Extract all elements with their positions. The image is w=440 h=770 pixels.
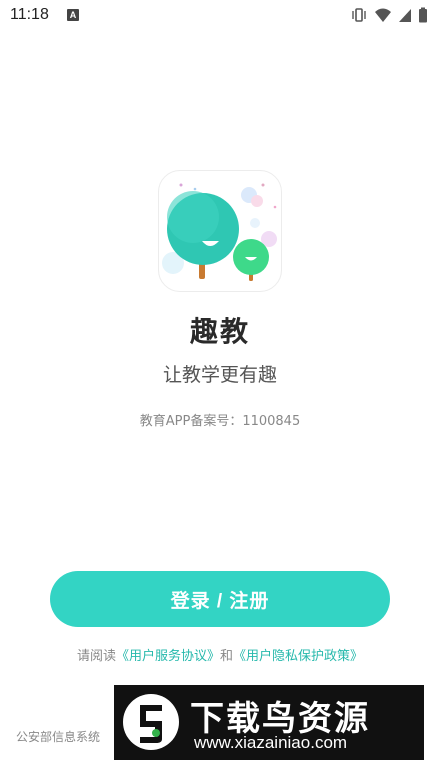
app-record-number: 教育APP备案号：1100845: [0, 410, 440, 429]
privacy-policy-link[interactable]: 《用户隐私保护政策》: [233, 649, 363, 664]
agreement-conjunction: 和: [220, 649, 234, 664]
agreement-notice: 请阅读《用户服务协议》和《用户隐私保护政策》: [0, 645, 440, 664]
login-register-button[interactable]: 登录 / 注册: [50, 571, 390, 627]
user-agreement-link[interactable]: 《用户服务协议》: [116, 649, 220, 664]
record-number: 1100845: [242, 414, 301, 429]
status-time: 11:18: [10, 6, 49, 23]
watermark-url: www.xiazainiao.com: [194, 733, 348, 752]
battery-icon: [419, 7, 427, 23]
tree-logo-icon: [158, 170, 282, 292]
app-slogan: 让教学更有趣: [162, 364, 277, 386]
bird-logo-icon: [123, 694, 179, 750]
record-label: 教育APP备案号：: [139, 414, 243, 429]
notification-icon: A: [67, 9, 79, 21]
wifi-icon: [375, 8, 391, 22]
footer-text: 公安部信息系统: [16, 730, 101, 744]
watermark-banner: 下载鸟资源 www.xiazainiao.com: [114, 685, 424, 760]
signal-icon: [399, 9, 411, 22]
agreement-prefix: 请阅读: [76, 649, 116, 664]
status-bar: 11:18 A: [0, 0, 440, 30]
app-name: 趣教: [189, 315, 250, 348]
vibrate-icon: [352, 8, 366, 22]
status-icons: [350, 6, 428, 24]
